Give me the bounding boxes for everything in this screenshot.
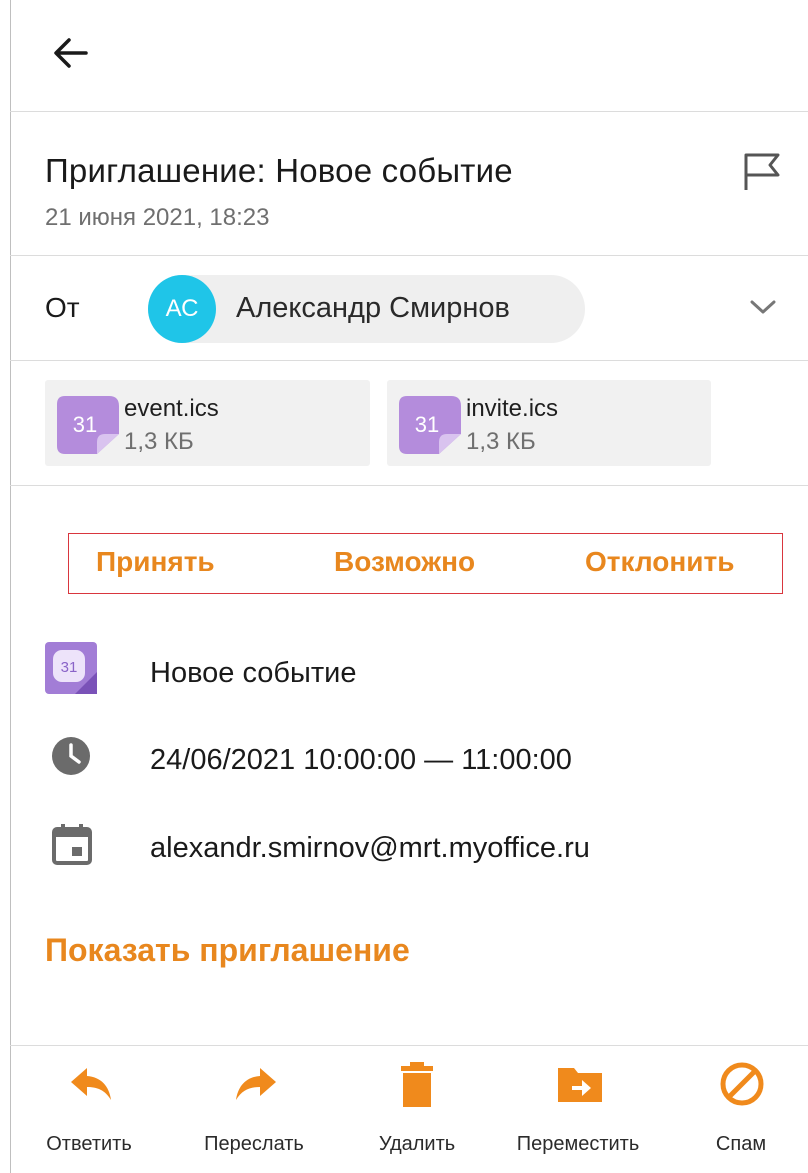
event-time: 24/06/2021 10:00:00 — 11:00:00 — [150, 744, 572, 776]
attachment-size: 1,3 КБ — [124, 428, 194, 455]
forward-icon — [236, 1068, 276, 1100]
message-date: 21 июня 2021, 18:23 — [45, 204, 270, 231]
clock-icon — [52, 737, 90, 775]
attachment-size: 1,3 КБ — [466, 428, 536, 455]
attachment-invite-ics[interactable]: 31 invite.ics 1,3 КБ — [387, 380, 711, 466]
forward-label: Переслать — [204, 1133, 304, 1155]
back-button[interactable] — [50, 32, 92, 74]
reply-label: Ответить — [46, 1133, 132, 1155]
accept-button[interactable]: Принять — [96, 546, 215, 578]
maybe-button[interactable]: Возможно — [334, 546, 475, 578]
calendar-badge: 31 — [415, 412, 439, 437]
divider — [10, 485, 808, 486]
arrow-left-icon — [54, 38, 88, 68]
divider — [10, 1045, 808, 1046]
reply-icon — [71, 1068, 111, 1100]
event-title: Новое событие — [150, 657, 357, 689]
flag-icon — [744, 153, 780, 190]
calendar-badge: 31 — [73, 412, 97, 437]
divider — [10, 255, 808, 256]
flag-button[interactable] — [740, 150, 784, 194]
trash-icon — [401, 1062, 433, 1107]
calendar-badge: 31 — [61, 659, 78, 676]
divider — [10, 111, 808, 112]
move-label: Переместить — [516, 1133, 640, 1155]
decline-button[interactable]: Отклонить — [585, 546, 734, 578]
calendar-file-icon: 31 — [57, 396, 119, 454]
attachment-name: event.ics — [124, 395, 219, 422]
calendar-app-icon: 31 — [45, 642, 97, 694]
show-invitation-link[interactable]: Показать приглашение — [45, 932, 410, 969]
spam-icon — [720, 1062, 764, 1106]
from-label: От — [45, 292, 80, 323]
sender-name: Александр Смирнов — [236, 292, 510, 324]
sender-chip[interactable]: АС Александр Смирнов — [148, 275, 585, 343]
move-folder-icon — [558, 1068, 602, 1102]
attachment-event-ics[interactable]: 31 event.ics 1,3 КБ — [45, 380, 370, 466]
event-calendar: alexandr.smirnov@mrt.myoffice.ru — [150, 832, 590, 864]
divider — [10, 360, 808, 361]
delete-label: Удалить — [378, 1133, 456, 1155]
avatar: АС — [148, 275, 216, 343]
expand-recipients-button[interactable] — [748, 296, 778, 318]
calendar-file-icon: 31 — [399, 396, 461, 454]
chevron-down-icon — [750, 300, 776, 314]
message-subject: Приглашение: Новое событие — [45, 152, 513, 189]
spam-label: Спам — [715, 1133, 767, 1155]
attachment-name: invite.ics — [466, 395, 559, 422]
calendar-icon — [52, 824, 92, 865]
